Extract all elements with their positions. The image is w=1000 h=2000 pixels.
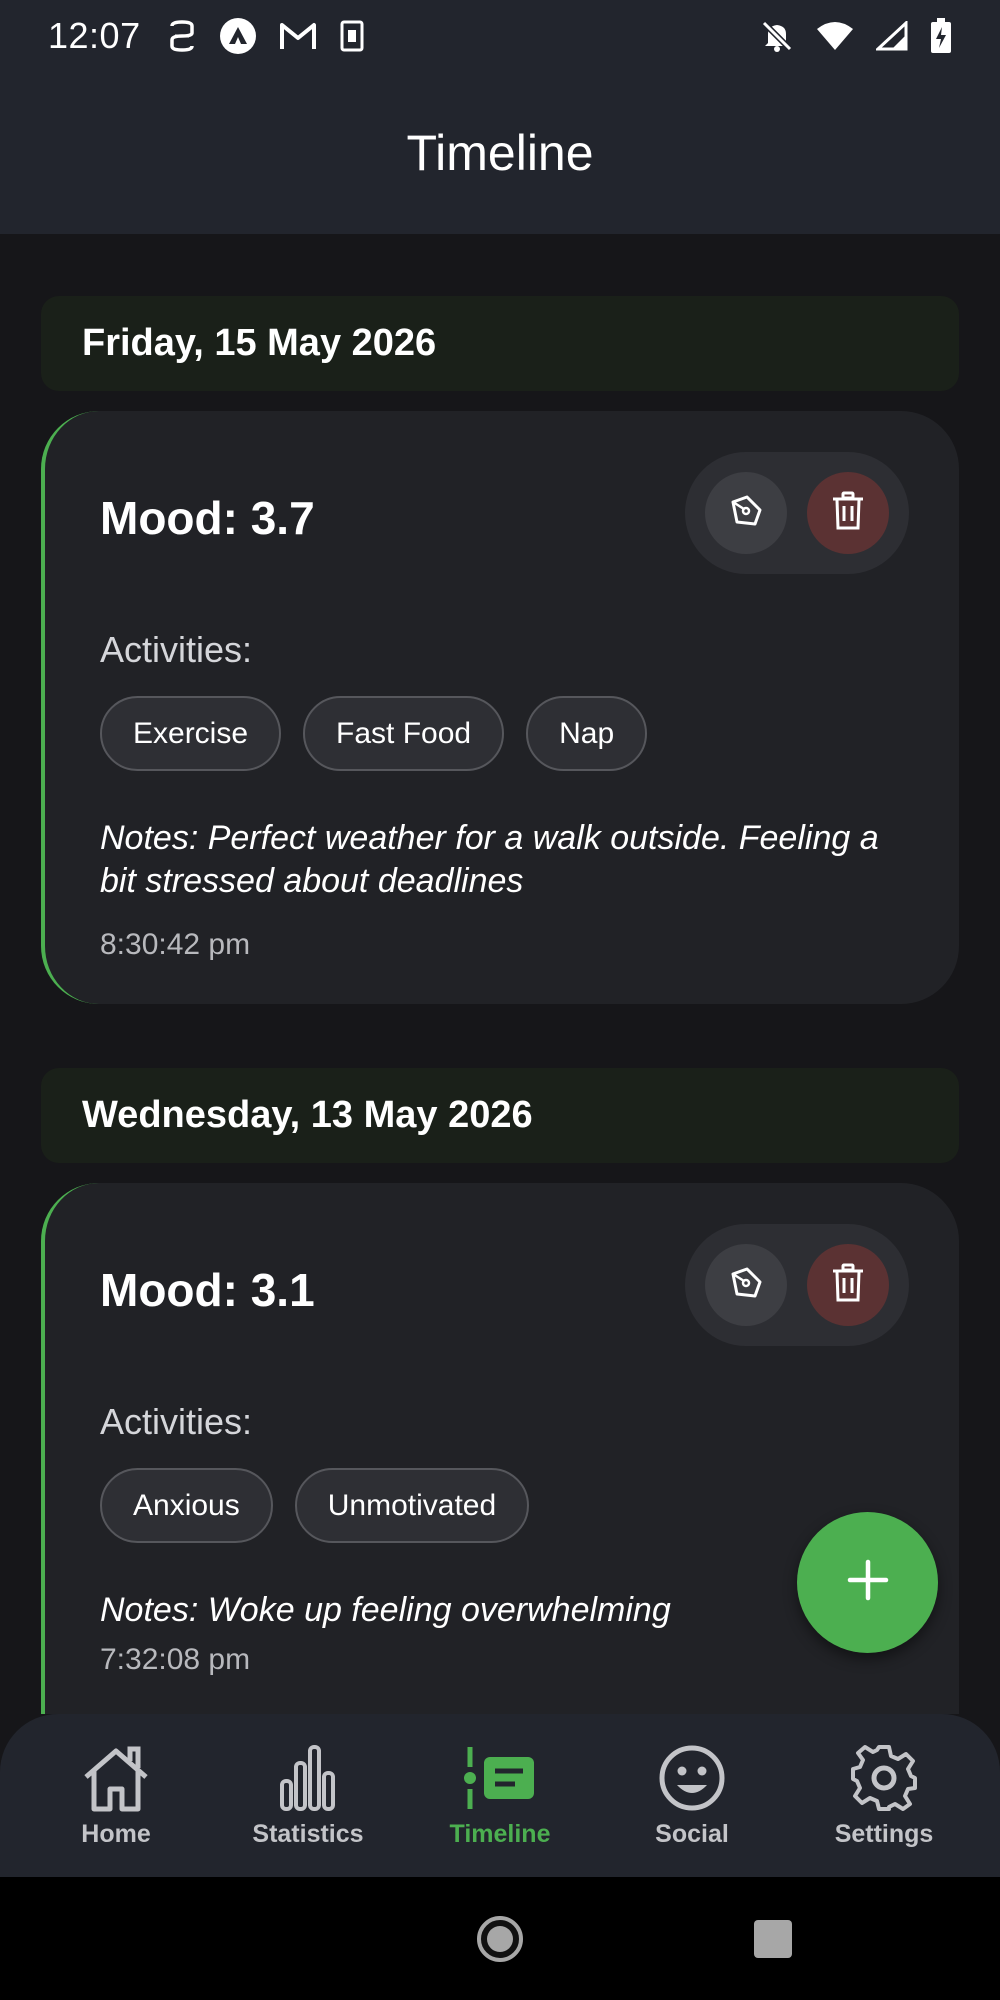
- activity-chips: Anxious Unmotivated: [100, 1468, 530, 1543]
- mood-value: Mood: 3.7: [100, 492, 315, 544]
- activity-chip[interactable]: Fast Food: [303, 696, 505, 771]
- app-logo-icon: [219, 17, 257, 55]
- pen-edit-icon: [727, 1264, 765, 1307]
- activities-label: Activities:: [100, 1401, 253, 1442]
- system-nav-bar: [0, 1877, 1000, 2000]
- gear-icon: [849, 1743, 919, 1818]
- nav-label: Social: [655, 1819, 729, 1848]
- status-left: 12:07: [48, 15, 365, 57]
- activity-chip[interactable]: Unmotivated: [294, 1468, 530, 1543]
- date-header: Wednesday, 13 May 2026: [41, 1068, 959, 1163]
- mood-value: Mood: 3.1: [100, 1264, 315, 1316]
- status-icons-right: [760, 18, 952, 54]
- subtitles-icon: [167, 19, 197, 53]
- edit-button[interactable]: [705, 472, 787, 554]
- entry-time: 7:32:08 pm: [100, 1643, 251, 1676]
- pen-edit-icon: [727, 492, 765, 535]
- entry-card[interactable]: Mood: 3.7 Activities: Exercise Fast Food…: [41, 411, 959, 1004]
- bottom-nav: Home Statistics Timeline Social Settings: [0, 1714, 1000, 1877]
- status-time: 12:07: [48, 15, 141, 56]
- activity-chip[interactable]: Exercise: [100, 696, 282, 771]
- entry-time: 8:30:42 pm: [100, 928, 251, 961]
- trash-icon: [830, 491, 866, 536]
- system-home-button[interactable]: [477, 1916, 523, 1962]
- home-icon: [80, 1743, 152, 1818]
- entry-notes: Notes: Perfect weather for a walk outsid…: [100, 819, 879, 900]
- entry-actions: [685, 452, 909, 574]
- edit-button[interactable]: [705, 1244, 787, 1326]
- activity-chip[interactable]: Nap: [526, 696, 648, 771]
- sim-card-icon: [339, 19, 365, 53]
- timeline-icon: [462, 1743, 538, 1818]
- nav-item-timeline[interactable]: Timeline: [415, 1743, 585, 1849]
- nav-item-social[interactable]: Social: [607, 1743, 777, 1849]
- smiley-icon: [657, 1743, 727, 1818]
- entry-notes: Notes: Woke up feeling overwhelming: [100, 1591, 671, 1629]
- notifications-off-icon: [760, 19, 794, 53]
- activity-chips: Exercise Fast Food Nap: [100, 696, 648, 771]
- nav-label: Statistics: [252, 1819, 364, 1848]
- status-bar: 12:07: [0, 0, 1000, 72]
- nav-item-statistics[interactable]: Statistics: [223, 1743, 393, 1849]
- timeline-list[interactable]: Friday, 15 May 2026 Mood: 3.7 Activities…: [0, 234, 1000, 1714]
- add-entry-button[interactable]: [797, 1512, 938, 1653]
- page-title: Timeline: [406, 125, 594, 181]
- nav-label: Settings: [834, 1819, 934, 1848]
- nav-item-home[interactable]: Home: [31, 1743, 201, 1849]
- nav-label: Home: [81, 1819, 151, 1848]
- bar-chart-icon: [278, 1743, 338, 1818]
- delete-button[interactable]: [807, 472, 889, 554]
- cellular-signal-icon: [876, 21, 908, 51]
- activity-chip[interactable]: Anxious: [100, 1468, 273, 1543]
- trash-icon: [830, 1263, 866, 1308]
- date-header: Friday, 15 May 2026: [41, 296, 959, 391]
- app-bar: Timeline: [0, 72, 1000, 234]
- entry-actions: [685, 1224, 909, 1346]
- gmail-icon: [279, 21, 317, 51]
- battery-charging-icon: [930, 18, 952, 54]
- status-icons-left: [167, 17, 365, 55]
- system-recents-button[interactable]: [754, 1920, 792, 1958]
- delete-button[interactable]: [807, 1244, 889, 1326]
- wifi-icon: [816, 21, 854, 51]
- nav-item-settings[interactable]: Settings: [799, 1743, 969, 1849]
- plus-icon: [846, 1558, 890, 1607]
- activities-label: Activities:: [100, 629, 253, 670]
- nav-label: Timeline: [449, 1819, 551, 1848]
